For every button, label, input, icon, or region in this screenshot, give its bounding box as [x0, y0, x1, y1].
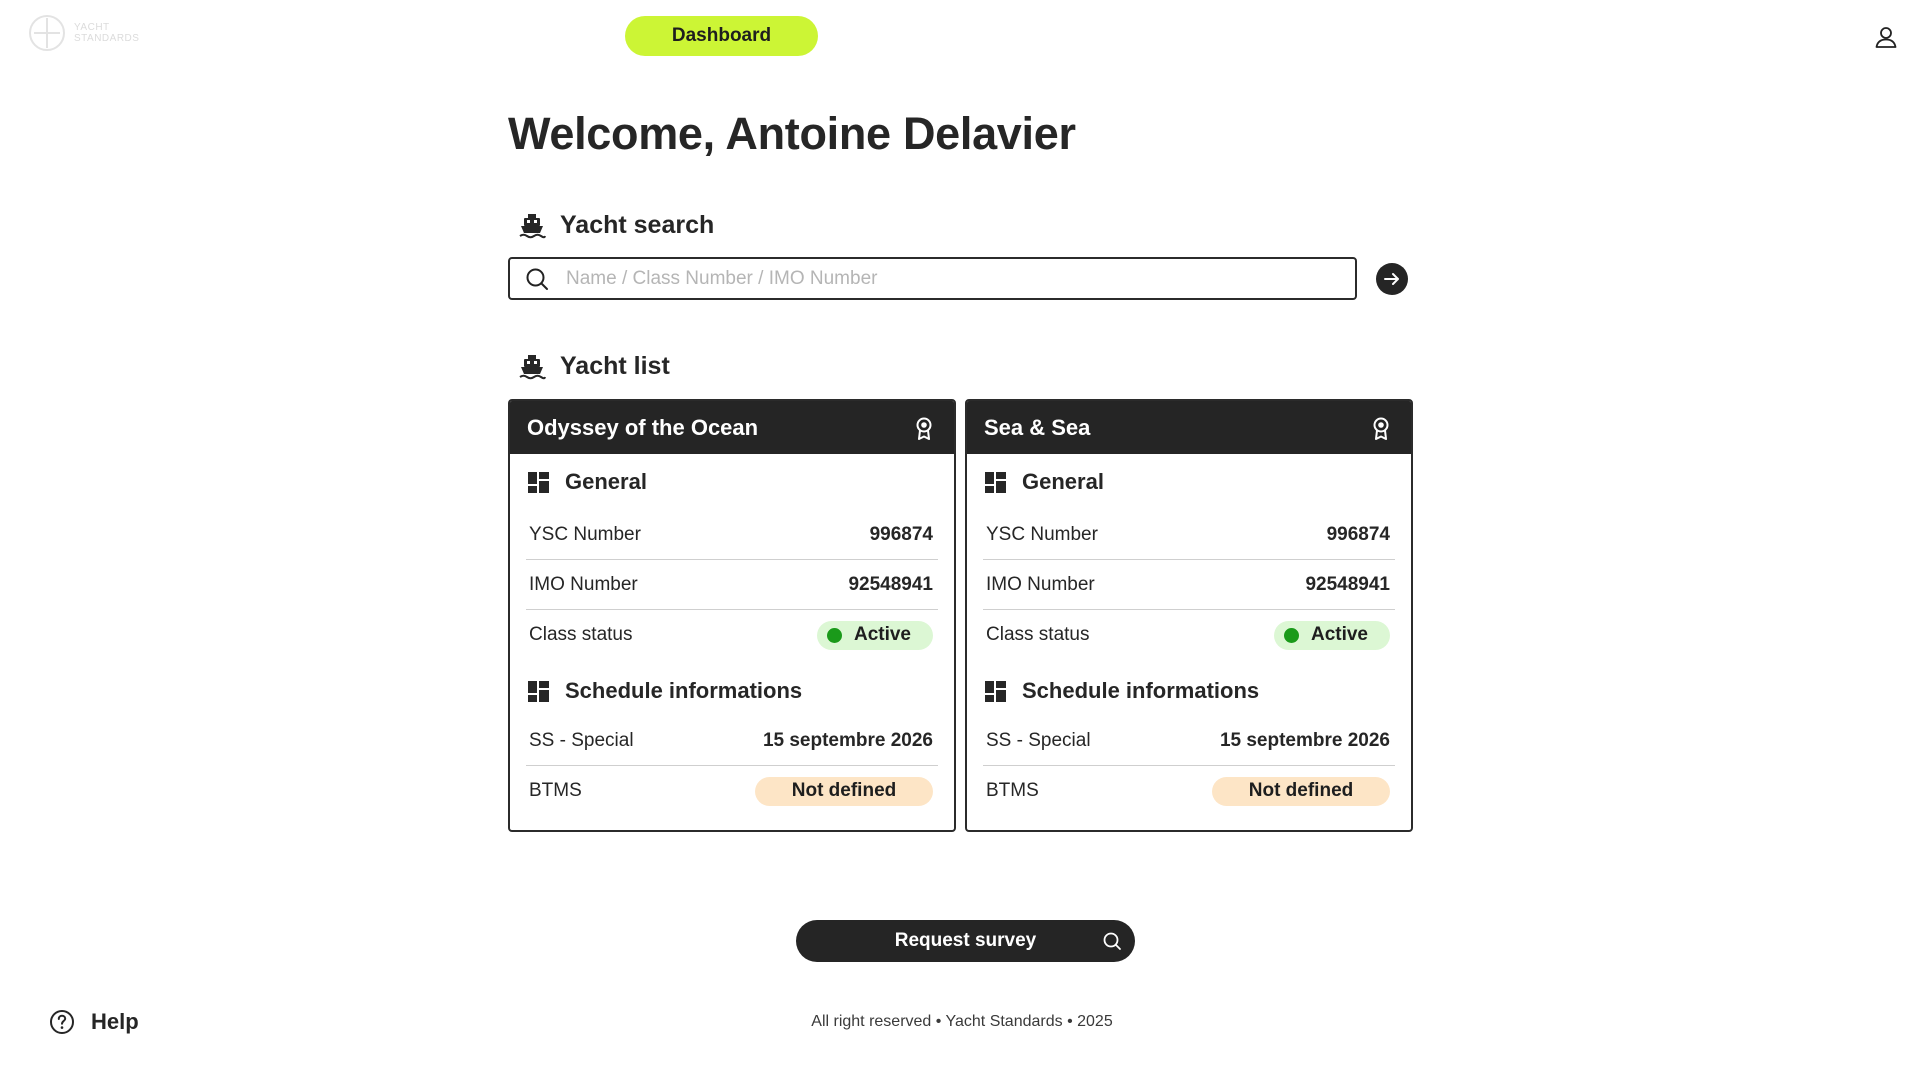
class-status-row: Class status Active	[983, 610, 1395, 660]
status-dot-icon	[826, 627, 842, 643]
logo[interactable]: YACHT STANDARDS	[26, 12, 139, 54]
schedule-title: Schedule informations	[1022, 678, 1260, 703]
ship-icon	[519, 354, 546, 379]
footer-text: All right reserved • Yacht Standards • 2…	[811, 1013, 1113, 1030]
imo-number-value: 92548941	[848, 573, 933, 595]
yacht-list-title: Yacht list	[560, 352, 670, 380]
imo-number-value: 92548941	[1305, 573, 1390, 595]
dashboard-grid-icon	[528, 471, 549, 493]
logo-text-line1: YACHT	[74, 22, 110, 33]
yacht-name: Sea & Sea	[984, 414, 1091, 440]
yacht-card-header[interactable]: Sea & Sea	[967, 401, 1411, 454]
user-icon[interactable]	[1873, 24, 1899, 50]
ss-special-label: SS - Special	[529, 729, 634, 751]
imo-number-row: IMO Number 92548941	[983, 560, 1395, 610]
logo-mark-icon	[29, 15, 65, 51]
general-title: General	[1022, 469, 1104, 494]
ysc-number-row: YSC Number 996874	[983, 510, 1395, 560]
btms-row: BTMS Not defined	[983, 766, 1395, 816]
dashboard-grid-icon	[528, 680, 549, 702]
status-badge-text: Active	[853, 624, 911, 645]
schedule-section-title: Schedule informations	[983, 666, 1395, 716]
ss-special-row: SS - Special 15 septembre 2026	[983, 716, 1395, 766]
general-title: General	[565, 469, 647, 494]
ss-special-value: 15 septembre 2026	[1219, 729, 1390, 751]
schedule-title: Schedule informations	[565, 678, 803, 703]
general-section-title: General	[526, 454, 938, 510]
yacht-card[interactable]: Sea & Sea General YSC Number 996874 IMO …	[965, 399, 1413, 832]
imo-number-label: IMO Number	[529, 573, 638, 595]
status-badge-text: Active	[1310, 624, 1368, 645]
ysc-number-value: 996874	[1326, 523, 1390, 545]
class-status-label: Class status	[986, 624, 1090, 645]
class-status-row: Class status Active	[526, 610, 938, 660]
request-survey-button[interactable]: Request survey	[796, 920, 1135, 962]
dashboard-grid-icon	[985, 680, 1006, 702]
yacht-list-heading: Yacht list	[518, 352, 670, 381]
search-icon	[1103, 932, 1121, 950]
award-ribbon-icon	[916, 417, 932, 440]
yacht-card-header[interactable]: Odyssey of the Ocean	[510, 401, 954, 454]
ss-special-label: SS - Special	[986, 729, 1091, 751]
ss-special-row: SS - Special 15 septembre 2026	[526, 716, 938, 766]
search-submit-button[interactable]	[1376, 263, 1408, 295]
search-field[interactable]	[508, 257, 1357, 300]
class-status-label: Class status	[529, 624, 633, 645]
btms-label: BTMS	[986, 780, 1039, 801]
search-input[interactable]	[566, 267, 1266, 290]
btms-status-badge: Not defined	[755, 776, 933, 806]
general-section-title: General	[983, 454, 1395, 510]
imo-number-row: IMO Number 92548941	[526, 560, 938, 610]
btms-label: BTMS	[529, 780, 582, 801]
schedule-section-title: Schedule informations	[526, 666, 938, 716]
ship-icon	[519, 213, 546, 238]
ss-special-value: 15 septembre 2026	[762, 729, 933, 751]
imo-number-label: IMO Number	[986, 573, 1095, 595]
ysc-number-value: 996874	[869, 523, 933, 545]
logo-text-line2: STANDARDS	[74, 33, 140, 44]
dashboard-grid-icon	[985, 471, 1006, 493]
ysc-number-row: YSC Number 996874	[526, 510, 938, 560]
status-dot-icon	[1283, 627, 1299, 643]
yacht-name: Odyssey of the Ocean	[527, 414, 759, 440]
search-icon	[526, 268, 548, 290]
logo-text: YACHT STANDARDS	[74, 22, 139, 44]
status-badge: Active	[1273, 620, 1390, 650]
page-title: Welcome, Antoine Delavier	[508, 108, 1076, 159]
award-ribbon-icon	[1373, 417, 1389, 440]
ysc-number-label: YSC Number	[986, 523, 1098, 545]
yacht-search-title: Yacht search	[560, 211, 715, 239]
yacht-search-heading: Yacht search	[518, 211, 714, 240]
arrow-right-icon	[1384, 273, 1399, 285]
yacht-card[interactable]: Odyssey of the Ocean General YSC Number …	[508, 399, 956, 832]
btms-row: BTMS Not defined	[526, 766, 938, 816]
dashboard-tab[interactable]: Dashboard	[625, 16, 818, 56]
request-survey-label: Request survey	[894, 930, 1037, 951]
status-badge: Active	[816, 620, 933, 650]
ysc-number-label: YSC Number	[529, 523, 641, 545]
btms-status-badge: Not defined	[1212, 776, 1390, 806]
